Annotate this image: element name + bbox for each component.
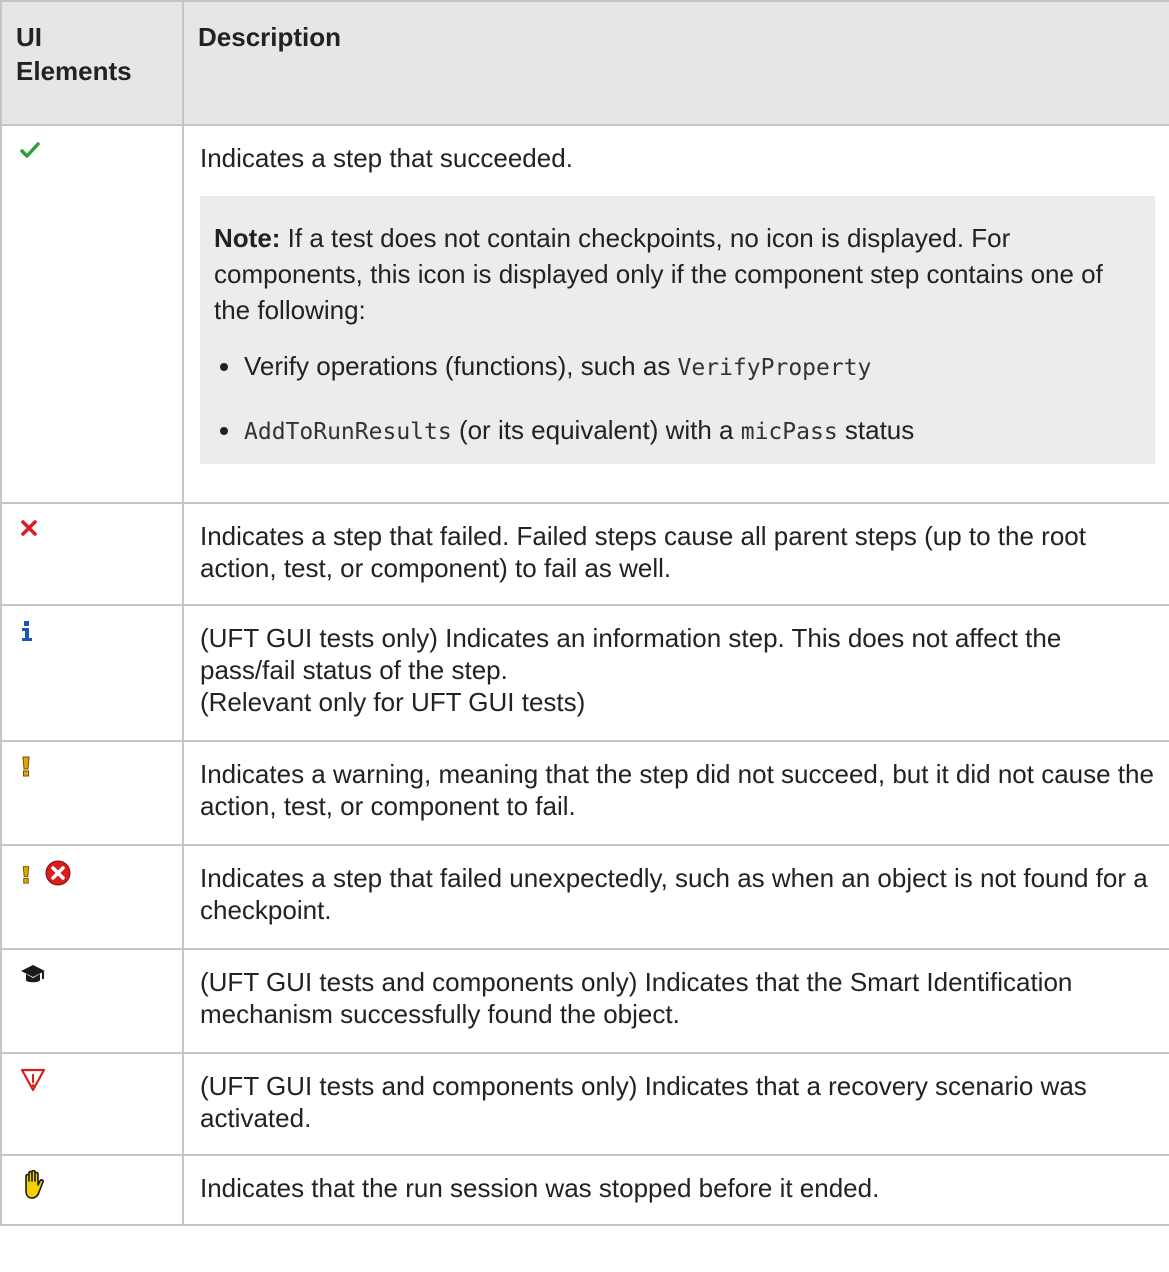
bullet-text: status [837, 415, 915, 445]
list-item: Verify operations (functions), such as V… [214, 348, 1141, 386]
info-icon [20, 620, 34, 642]
description-cell: Indicates a step that failed unexpectedl… [182, 844, 1169, 950]
table-row: Indicates a warning, meaning that the st… [0, 740, 1169, 846]
list-item: AddToRunResults (or its equivalent) with… [214, 412, 1141, 450]
table-header-row: UI Elements Description [0, 0, 1169, 126]
icon-cell [0, 740, 184, 846]
note-bullet-list: Verify operations (functions), such as V… [214, 348, 1141, 450]
table-row: Indicates that the run session was stopp… [0, 1154, 1169, 1226]
bullet-text: (or its equivalent) with a [451, 415, 741, 445]
description-cell: Indicates a warning, meaning that the st… [182, 740, 1169, 846]
header-ui-elements-line2: Elements [16, 56, 132, 86]
code-micpass: micPass [740, 419, 838, 445]
note-paragraph: Note: If a test does not contain checkpo… [214, 220, 1141, 328]
code-verifyproperty: VerifyProperty [677, 355, 872, 381]
note-label: Note: [214, 223, 281, 253]
header-ui-elements: UI Elements [0, 0, 184, 126]
description-text: (UFT GUI tests and components only) Indi… [200, 967, 1073, 1029]
description-text: Indicates a step that failed. Failed ste… [200, 521, 1086, 583]
description-cell: (UFT GUI tests and components only) Indi… [182, 948, 1169, 1054]
description-text: (UFT GUI tests and components only) Indi… [200, 1071, 1087, 1133]
recovery-triangle-icon [20, 1068, 46, 1092]
table-row: (UFT GUI tests only) Indicates an inform… [0, 604, 1169, 742]
code-addtorunresults: AddToRunResults [244, 419, 452, 445]
description-cell: Indicates a step that succeeded. Note: I… [182, 124, 1169, 504]
note-box: Note: If a test does not contain checkpo… [200, 196, 1155, 464]
description-text: (UFT GUI tests only) Indicates an inform… [200, 623, 1062, 685]
header-description-label: Description [198, 22, 342, 52]
icon-cell [0, 124, 184, 504]
table-row: (UFT GUI tests and components only) Indi… [0, 1052, 1169, 1156]
table-row: Indicates a step that failed unexpectedl… [0, 844, 1169, 950]
icon-cell [0, 604, 184, 742]
description-text: Indicates that the run session was stopp… [200, 1173, 880, 1203]
icon-cell [0, 948, 184, 1054]
description-cell: (UFT GUI tests only) Indicates an inform… [182, 604, 1169, 742]
icon-cell [0, 1052, 184, 1156]
description-text: Indicates a step that failed unexpectedl… [200, 863, 1148, 925]
warning-exclamation-icon [20, 756, 32, 778]
stop-hand-icon [20, 1170, 46, 1200]
warning-exclamation-icon [20, 864, 32, 884]
header-description: Description [182, 0, 1169, 126]
description-text: Indicates a warning, meaning that the st… [200, 759, 1154, 821]
description-cell: Indicates a step that failed. Failed ste… [182, 502, 1169, 606]
icon-cell [0, 844, 184, 950]
icon-cell [0, 502, 184, 606]
table-row: (UFT GUI tests and components only) Indi… [0, 948, 1169, 1054]
error-circle-icon [45, 860, 71, 886]
description-cell: (UFT GUI tests and components only) Indi… [182, 1052, 1169, 1156]
unexpected-failure-icon [2, 846, 182, 892]
table-row: Indicates a step that failed. Failed ste… [0, 502, 1169, 606]
description-text-secondary: (Relevant only for UFT GUI tests) [200, 687, 586, 717]
note-text: If a test does not contain checkpoints, … [214, 223, 1103, 325]
header-ui-elements-line1: UI [16, 22, 42, 52]
description-text: Indicates a step that succeeded. [200, 143, 573, 173]
graduation-cap-icon [20, 964, 46, 986]
x-mark-icon [20, 518, 38, 538]
description-cell: Indicates that the run session was stopp… [182, 1154, 1169, 1226]
icon-cell [0, 1154, 184, 1226]
bullet-text: Verify operations (functions), such as [244, 351, 678, 381]
table-row: Indicates a step that succeeded. Note: I… [0, 124, 1169, 504]
ui-elements-table: UI Elements Description Indicates a step… [0, 0, 1169, 1226]
check-icon [20, 140, 40, 160]
